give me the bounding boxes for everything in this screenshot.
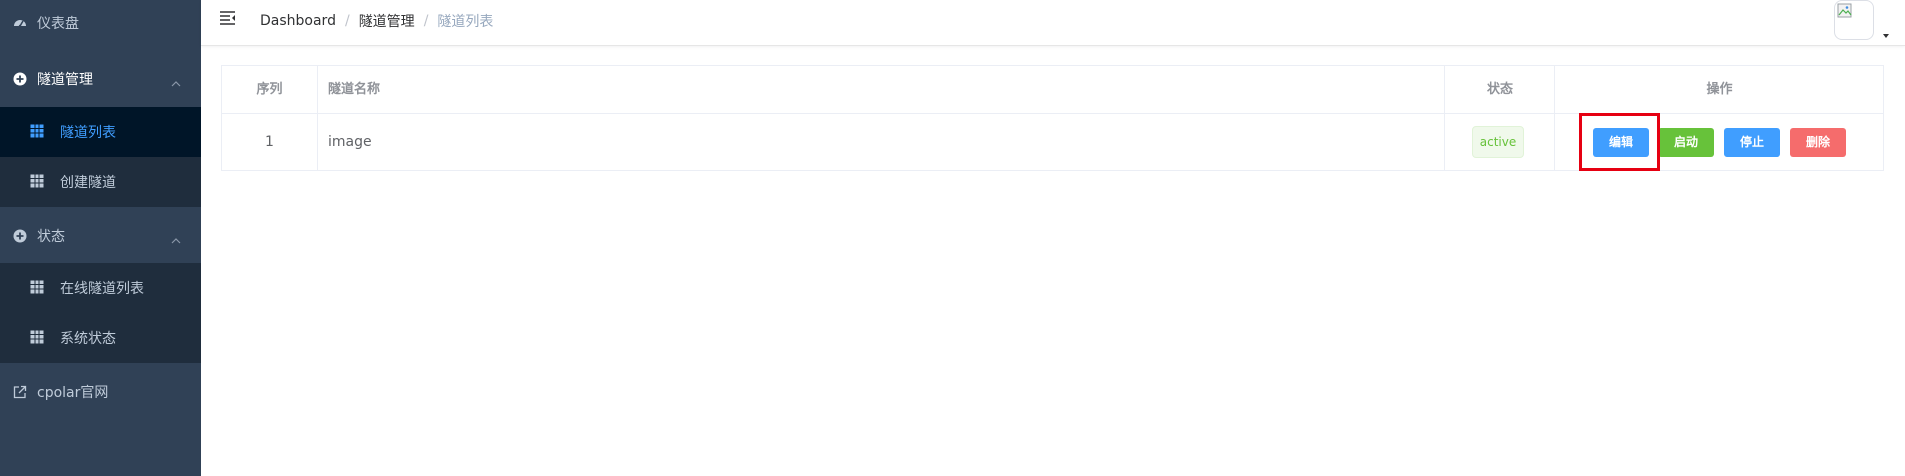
sidebar: 仪表盘 隧道管理 隧道列表 创建隧道 状态 在线隧道列表 系统状态 cpolar… <box>0 0 201 476</box>
menu-label-system-status: 系统状态 <box>60 331 116 347</box>
edit-button[interactable]: 编辑 <box>1593 128 1649 157</box>
stop-button[interactable]: 停止 <box>1724 128 1780 157</box>
plus-circle-icon <box>11 70 29 88</box>
menu-item-status[interactable]: 状态 <box>0 213 201 259</box>
header-name: 隧道名称 <box>328 82 381 97</box>
table-header-row: 序列 隧道名称 状态 操作 <box>222 66 1883 114</box>
table-grid-icon <box>30 124 46 140</box>
menu-item-official-site[interactable]: cpolar官网 <box>0 369 201 415</box>
breadcrumb-dashboard[interactable]: Dashboard <box>260 13 336 29</box>
status-badge: active <box>1472 126 1524 158</box>
breadcrumb-separator: / <box>344 13 350 29</box>
menu-label-official-site: cpolar官网 <box>37 385 109 401</box>
menu-label-tunnel-mgmt: 隧道管理 <box>37 72 93 88</box>
cell-index: 1 <box>265 134 274 150</box>
menu-item-dashboard[interactable]: 仪表盘 <box>0 0 201 46</box>
menu-label-create-tunnel: 创建隧道 <box>60 175 116 191</box>
start-button[interactable]: 启动 <box>1658 128 1714 157</box>
breadcrumb-separator: / <box>423 13 429 29</box>
column-divider <box>1554 66 1555 170</box>
column-divider <box>1444 66 1445 170</box>
menu-item-tunnel-list[interactable]: 隧道列表 <box>0 107 201 157</box>
broken-image-icon <box>1837 3 1853 19</box>
plus-circle-icon <box>11 227 29 245</box>
table-grid-icon <box>30 280 46 296</box>
column-divider <box>317 66 318 170</box>
navbar: Dashboard / 隧道管理 / 隧道列表 <box>201 0 1905 46</box>
table-grid-icon <box>30 330 46 346</box>
table-grid-icon <box>30 174 46 190</box>
breadcrumb-tunnel-list: 隧道列表 <box>437 14 494 30</box>
breadcrumb-tunnel-mgmt[interactable]: 隧道管理 <box>359 11 415 31</box>
menu-label-online-tunnels: 在线隧道列表 <box>60 281 144 297</box>
caret-down-icon[interactable] <box>1882 27 1890 38</box>
avatar[interactable] <box>1834 0 1874 40</box>
chevron-up-icon <box>171 75 181 91</box>
chevron-up-icon <box>171 232 181 248</box>
external-link-icon <box>11 383 29 401</box>
menu-label-tunnel-list: 隧道列表 <box>60 125 116 141</box>
menu-item-system-status[interactable]: 系统状态 <box>0 313 201 363</box>
delete-button[interactable]: 删除 <box>1790 128 1846 157</box>
breadcrumb: Dashboard / 隧道管理 / 隧道列表 <box>260 11 493 31</box>
hamburger-icon[interactable] <box>219 10 239 30</box>
dashboard-icon <box>11 14 29 32</box>
header-status: 状态 <box>1486 82 1513 97</box>
menu-item-create-tunnel[interactable]: 创建隧道 <box>0 157 201 207</box>
cell-name: image <box>328 134 372 150</box>
header-index: 序列 <box>256 82 283 97</box>
menu-item-online-tunnels[interactable]: 在线隧道列表 <box>0 263 201 313</box>
menu-item-tunnel-mgmt[interactable]: 隧道管理 <box>0 56 201 102</box>
menu-label-status: 状态 <box>37 229 65 245</box>
header-actions: 操作 <box>1706 82 1733 97</box>
menu-label-dashboard: 仪表盘 <box>37 16 79 32</box>
